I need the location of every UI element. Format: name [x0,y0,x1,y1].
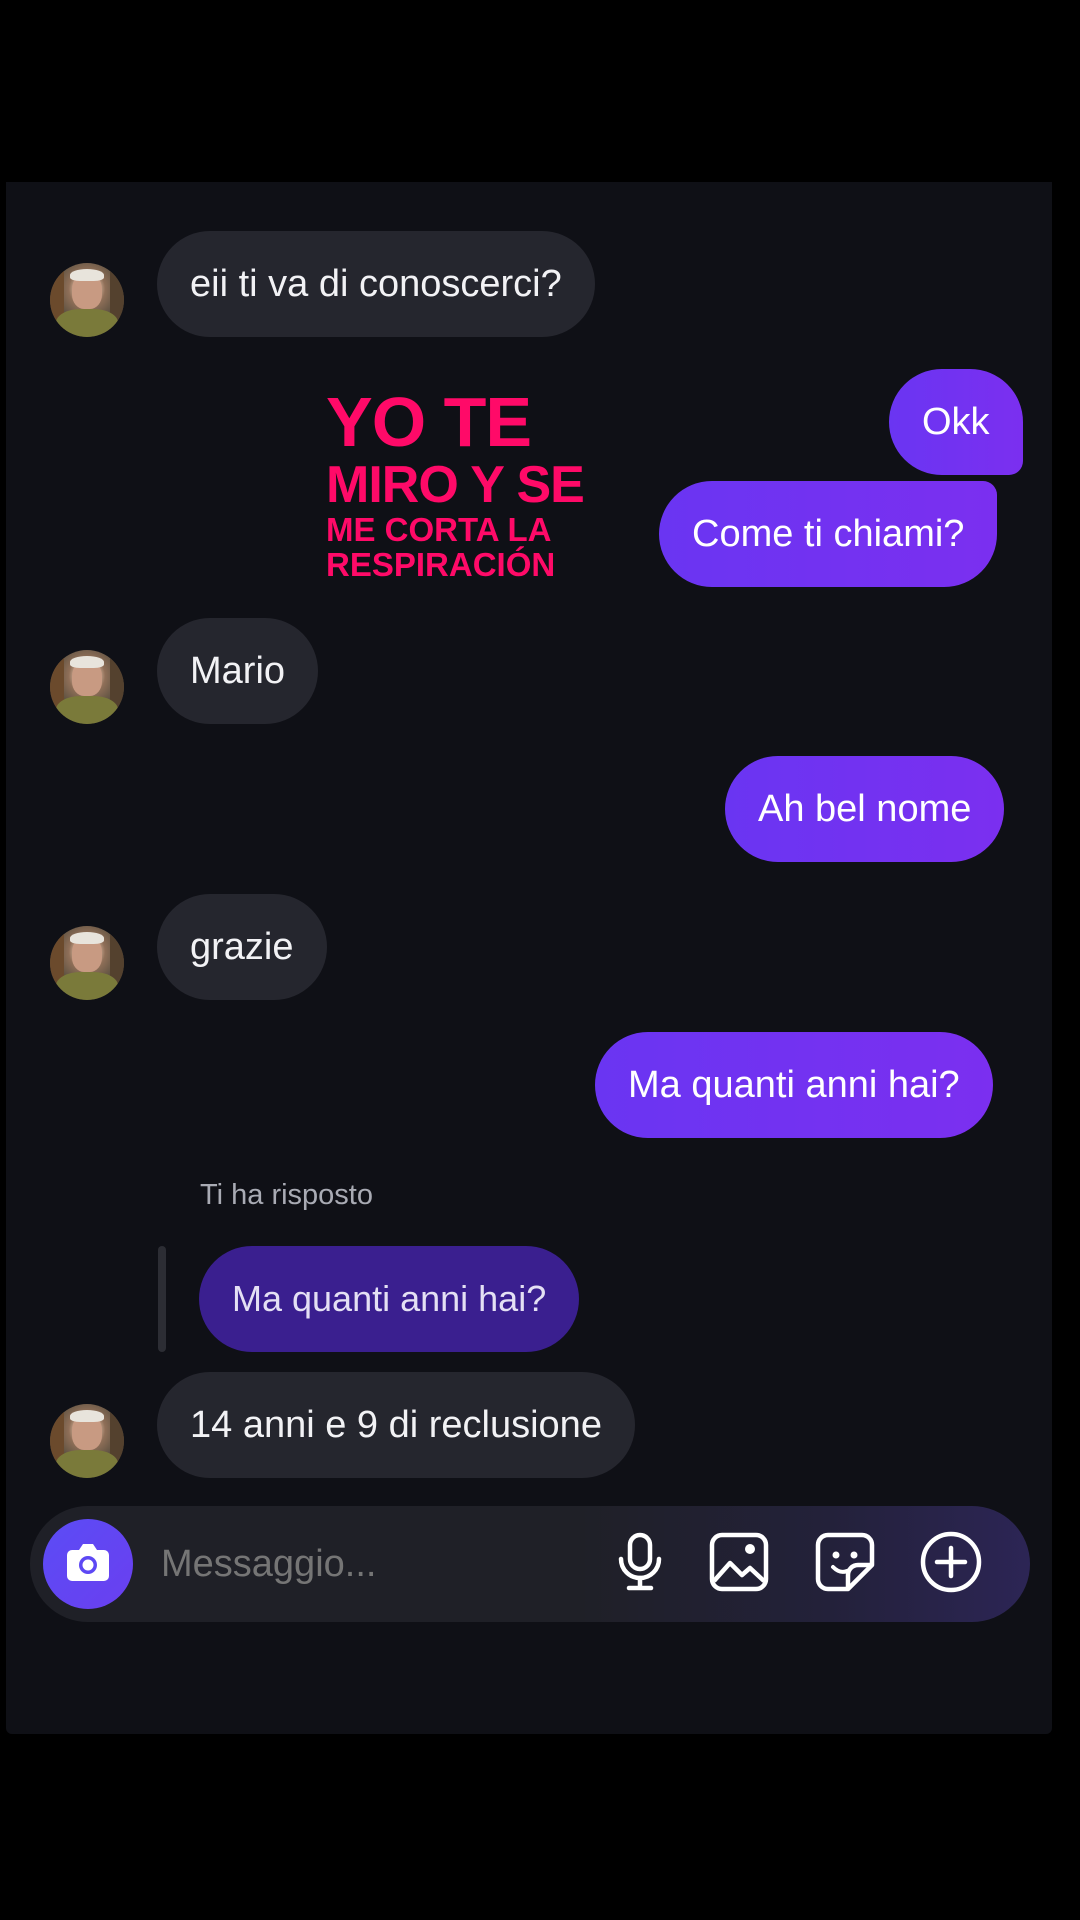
image-icon [708,1531,770,1598]
sticker-line: MIRO Y SE [326,456,585,514]
message-composer [30,1506,1030,1622]
more-button[interactable] [915,1528,987,1600]
sticker-button[interactable] [809,1528,881,1600]
sticker-line: RESPIRACIÓN [326,546,556,583]
text-sticker[interactable]: YO TE MIRO Y SE ME CORTA LA RESPIRACIÓN [326,383,585,583]
gallery-button[interactable] [703,1528,775,1600]
message-bubble-outgoing[interactable]: Come ti chiami? [659,481,998,587]
message-bubble-outgoing[interactable]: Ma quanti anni hai? [595,1032,993,1138]
message-bubble-incoming[interactable]: eii ti va di conoscerci? [157,231,595,337]
message-bubble-incoming[interactable]: 14 anni e 9 di reclusione [157,1372,635,1478]
camera-icon [64,1541,112,1588]
chat-thread[interactable]: eii ti va di conoscerci? YO TE MIRO Y SE… [6,182,1052,1734]
screen: eii ti va di conoscerci? YO TE MIRO Y SE… [0,0,1080,1920]
message-bubble-outgoing[interactable]: Okk [889,369,1023,475]
quoted-message[interactable]: Ma quanti anni hai? [199,1246,580,1352]
sticker-icon [814,1531,876,1598]
sticker-line: ME CORTA LA [326,511,552,548]
sticker-line: YO TE [326,383,532,461]
camera-button[interactable] [43,1519,133,1609]
message-bubble-incoming[interactable]: grazie [157,894,327,1000]
message-input[interactable] [161,1538,581,1590]
contact-avatar[interactable] [50,650,124,724]
plus-circle-icon [919,1530,983,1599]
reply-indicator-bar [158,1246,166,1352]
message-bubble-outgoing[interactable]: Ah bel nome [725,756,1005,862]
microphone-button[interactable] [604,1528,676,1600]
contact-avatar[interactable] [50,1404,124,1478]
microphone-icon [615,1532,665,1597]
message-bubble-incoming[interactable]: Mario [157,618,319,724]
contact-avatar[interactable] [50,263,124,337]
reply-label: Ti ha risposto [200,1179,373,1211]
contact-avatar[interactable] [50,926,124,1000]
